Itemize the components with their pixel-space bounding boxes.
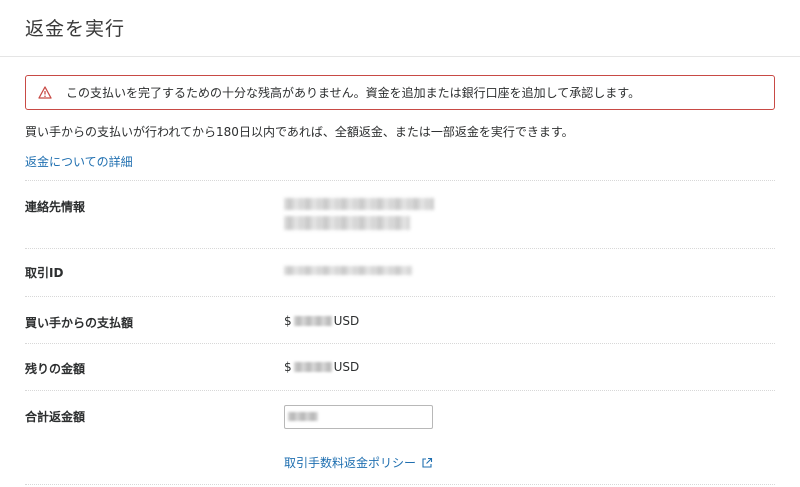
currency-code: USD: [333, 360, 360, 374]
contact-info-value: [284, 198, 434, 210]
remaining-amount: $ USD: [284, 360, 359, 374]
transaction-id-value: [284, 266, 412, 275]
policy-link-label: 取引手数料返金ポリシー: [284, 456, 417, 470]
currency-symbol: $: [284, 314, 292, 328]
contact-info-value-line2: [284, 216, 410, 230]
refund-page: 返金を実行 この支払いを完了するための十分な残高がありません。資金を追加または銀…: [0, 0, 800, 487]
content: この支払いを完了するための十分な残高がありません。資金を追加または銀行口座を追加…: [25, 75, 775, 110]
divider: [25, 343, 775, 344]
divider: [25, 296, 775, 297]
alert-message: この支払いを完了するための十分な残高がありません。資金を追加または銀行口座を追加…: [66, 86, 641, 100]
divider: [25, 180, 775, 181]
page-header: 返金を実行: [0, 0, 800, 57]
redacted-amount: [293, 362, 332, 372]
insufficient-balance-alert: この支払いを完了するための十分な残高がありません。資金を追加または銀行口座を追加…: [25, 75, 775, 110]
refund-details-link[interactable]: 返金についての詳細: [25, 153, 133, 170]
warning-triangle-icon: [38, 85, 54, 101]
divider: [25, 390, 775, 391]
total-refund-label: 合計返金額: [25, 410, 86, 424]
buyer-payment-amount: $ USD: [284, 314, 359, 328]
contact-info-label: 連絡先情報: [25, 200, 86, 214]
currency-code: USD: [333, 314, 360, 328]
buyer-payment-label: 買い手からの支払額: [25, 316, 134, 330]
divider: [25, 484, 775, 485]
remaining-amount-label: 残りの金額: [25, 362, 86, 376]
currency-symbol: $: [284, 360, 292, 374]
fee-refund-policy-link[interactable]: 取引手数料返金ポリシー: [284, 454, 433, 471]
transaction-id-label: 取引ID: [25, 266, 64, 280]
redacted-input-value: [288, 412, 318, 421]
divider: [25, 248, 775, 249]
redacted-amount: [293, 316, 332, 326]
page-title: 返金を実行: [25, 17, 126, 40]
refund-info-text: 買い手からの支払いが行われてから180日以内であれば、全額返金、または一部返金を…: [25, 125, 574, 139]
external-link-icon: [421, 457, 433, 469]
